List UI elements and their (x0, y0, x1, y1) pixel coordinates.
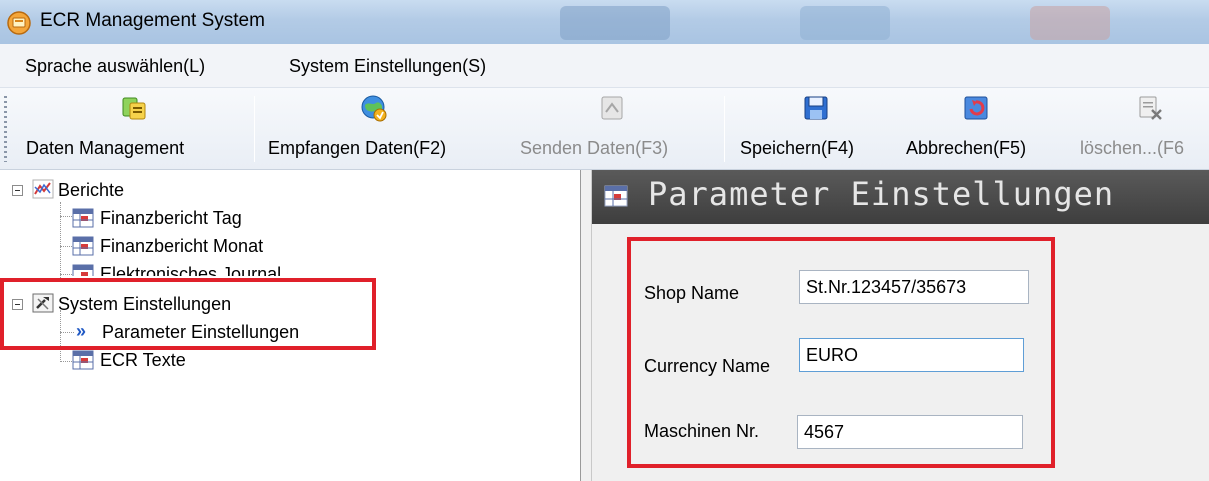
toolbar-separator (724, 96, 725, 162)
tree-node-label: Elektronisches Journal (100, 264, 282, 276)
tree-line (60, 246, 72, 247)
window-title: ECR Management System (40, 10, 265, 31)
tree-node-berichte[interactable]: Berichte (12, 178, 312, 202)
tree-line (60, 274, 72, 275)
toolbar-label: Daten Management (26, 138, 185, 158)
tree-node-finanzbericht-monat[interactable]: Finanzbericht Monat (72, 234, 372, 258)
tree-node-elektronisches-journal[interactable]: Elektronisches Journal (72, 262, 372, 276)
table-report-icon (72, 236, 94, 256)
receive-data-button[interactable]: Empfangen Daten(F2) (264, 88, 504, 170)
table-report-icon (72, 350, 94, 370)
tree-line (60, 216, 72, 217)
toolbar-label: Empfangen Daten(F2) (268, 138, 447, 158)
tree-node-finanzbericht-tag[interactable]: Finanzbericht Tag (72, 206, 372, 230)
menu-system-settings[interactable]: System Einstellungen(S) (289, 56, 486, 77)
delete-button[interactable]: löschen...(F6 (1078, 88, 1209, 170)
background-blur (800, 6, 890, 40)
toolbar-label: Senden Daten(F3) (520, 138, 669, 158)
menu-language[interactable]: Sprache auswählen(L) (25, 56, 205, 77)
table-report-icon (72, 264, 94, 276)
tree-node-label: Finanzbericht Tag (100, 208, 242, 228)
highlight-box (0, 278, 376, 350)
highlight-box (627, 237, 1055, 468)
parameter-settings-pane: Parameter Einstellungen Shop Name St.Nr.… (592, 170, 1209, 481)
send-data-button[interactable]: Senden Daten(F3) (512, 88, 712, 170)
table-report-icon (604, 185, 628, 207)
navigation-tree: Berichte Finanzbericht Tag Finanzbericht… (0, 170, 580, 481)
send-icon (601, 96, 623, 120)
tree-line (60, 361, 72, 362)
app-icon (7, 11, 31, 35)
receive-globe-icon (361, 95, 387, 122)
toolbar-label: Abbrechen(F5) (906, 138, 1027, 158)
page-title: Parameter Einstellungen (648, 175, 1115, 213)
pane-splitter[interactable] (580, 170, 592, 481)
cancel-button[interactable]: Abbrechen(F5) (902, 88, 1072, 170)
delete-document-icon (1139, 96, 1162, 120)
background-blur (1030, 6, 1110, 40)
toolbar-grip[interactable] (4, 96, 7, 162)
tree-node-label: Berichte (58, 180, 125, 200)
chart-report-icon (32, 179, 54, 199)
pane-header: Parameter Einstellungen (592, 170, 1209, 224)
data-management-icon (122, 97, 146, 120)
collapse-toggle-icon[interactable] (12, 185, 23, 196)
tree-node-ecr-texte[interactable]: ECR Texte (72, 348, 372, 372)
table-report-icon (72, 208, 94, 228)
tree-line (60, 202, 61, 282)
toolbar-separator (254, 96, 255, 162)
menu-bar: Sprache auswählen(L) System Einstellunge… (0, 44, 1209, 88)
save-floppy-icon (804, 96, 828, 120)
cancel-refresh-icon (964, 96, 988, 120)
data-management-button[interactable]: Daten Management (20, 88, 248, 170)
toolbar-label: löschen...(F6 (1080, 138, 1185, 158)
save-button[interactable]: Speichern(F4) (736, 88, 896, 170)
toolbar: Daten Management Empfangen Daten(F2) Sen… (0, 88, 1209, 170)
toolbar-label: Speichern(F4) (740, 138, 855, 158)
tree-node-label: Finanzbericht Monat (100, 236, 264, 256)
tree-node-label: ECR Texte (100, 350, 186, 370)
background-blur (560, 6, 670, 40)
title-bar: ECR Management System (0, 0, 1209, 44)
